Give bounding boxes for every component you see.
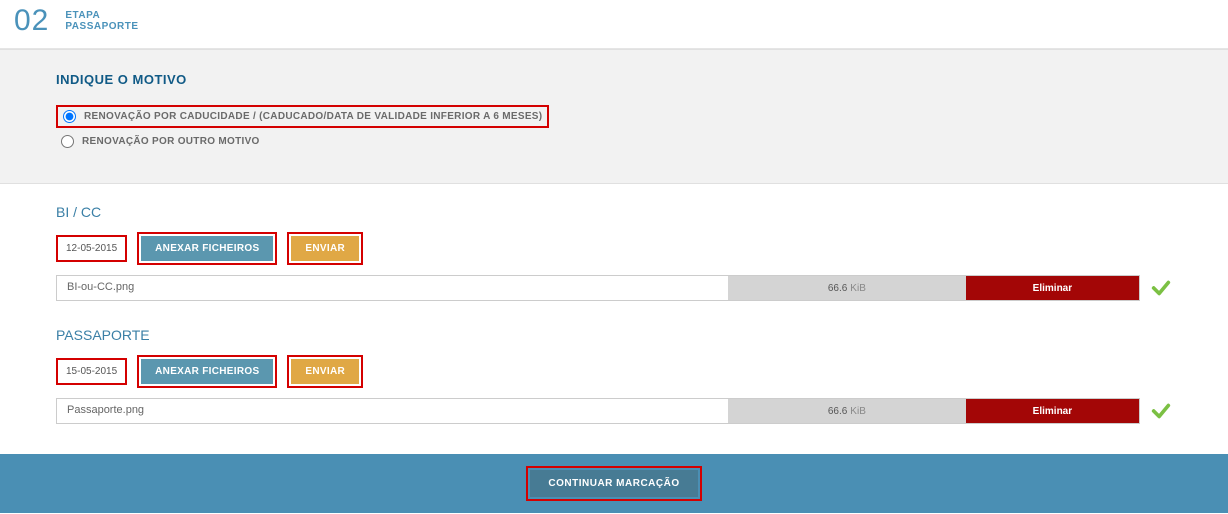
delete-button-passaporte[interactable]: Eliminar: [966, 399, 1139, 423]
file-size-unit-bicc: KiB: [850, 283, 866, 294]
doc-section-passaporte: PASSAPORTE 15-05-2015 ANEXAR FICHEIROS E…: [0, 307, 1228, 430]
motivo-option-highlight: RENOVAÇÃO POR CADUCIDADE / (CADUCADO/DAT…: [56, 105, 549, 128]
file-row-bicc: BI-ou-CC.png 66.6 KiB Eliminar: [56, 275, 1172, 301]
date-input-passaporte[interactable]: 15-05-2015: [56, 358, 127, 385]
file-size-value-passaporte: 66.6: [828, 406, 847, 417]
doc-title-bicc: BI / CC: [56, 204, 1172, 220]
step-header: 02 ETAPA PASSAPORTE: [0, 0, 1228, 49]
check-icon: [1150, 400, 1172, 422]
step-label-passaporte: PASSAPORTE: [65, 21, 138, 32]
file-bar-bicc: BI-ou-CC.png 66.6 KiB Eliminar: [56, 275, 1140, 301]
file-name-passaporte: Passaporte.png: [57, 399, 728, 423]
date-input-bicc[interactable]: 12-05-2015: [56, 235, 127, 262]
doc-controls-passaporte: 15-05-2015 ANEXAR FICHEIROS ENVIAR: [56, 355, 1172, 388]
radio-caducidade[interactable]: [63, 110, 76, 123]
attach-wrap-bicc: ANEXAR FICHEIROS: [137, 232, 277, 265]
attach-wrap-passaporte: ANEXAR FICHEIROS: [137, 355, 277, 388]
motivo-section: INDIQUE O MOTIVO RENOVAÇÃO POR CADUCIDAD…: [0, 49, 1228, 184]
doc-title-passaporte: PASSAPORTE: [56, 327, 1172, 343]
file-size-bicc: 66.6 KiB: [728, 276, 966, 300]
file-name-bicc: BI-ou-CC.png: [57, 276, 728, 300]
check-icon: [1150, 277, 1172, 299]
send-button-bicc[interactable]: ENVIAR: [291, 236, 359, 261]
attach-button-passaporte[interactable]: ANEXAR FICHEIROS: [141, 359, 273, 384]
file-bar-passaporte: Passaporte.png 66.6 KiB Eliminar: [56, 398, 1140, 424]
step-labels: ETAPA PASSAPORTE: [65, 10, 138, 32]
footer-bar: CONTINUAR MARCAÇÃO: [0, 454, 1228, 513]
motivo-option-caducidade[interactable]: RENOVAÇÃO POR CADUCIDADE / (CADUCADO/DAT…: [56, 105, 1172, 128]
continue-button[interactable]: CONTINUAR MARCAÇÃO: [530, 470, 697, 497]
send-wrap-passaporte: ENVIAR: [287, 355, 363, 388]
doc-controls-bicc: 12-05-2015 ANEXAR FICHEIROS ENVIAR: [56, 232, 1172, 265]
radio-label-outro: RENOVAÇÃO POR OUTRO MOTIVO: [82, 136, 260, 147]
file-size-value-bicc: 66.6: [828, 283, 847, 294]
file-size-passaporte: 66.6 KiB: [728, 399, 966, 423]
continue-wrap: CONTINUAR MARCAÇÃO: [526, 466, 701, 501]
send-wrap-bicc: ENVIAR: [287, 232, 363, 265]
step-number: 02: [14, 4, 49, 38]
step-label-etapa: ETAPA: [65, 10, 138, 21]
attach-button-bicc[interactable]: ANEXAR FICHEIROS: [141, 236, 273, 261]
send-button-passaporte[interactable]: ENVIAR: [291, 359, 359, 384]
radio-outro[interactable]: [61, 135, 74, 148]
delete-button-bicc[interactable]: Eliminar: [966, 276, 1139, 300]
radio-label-caducidade: RENOVAÇÃO POR CADUCIDADE / (CADUCADO/DAT…: [84, 111, 542, 122]
motivo-option-outro[interactable]: RENOVAÇÃO POR OUTRO MOTIVO: [56, 132, 1172, 151]
motivo-title: INDIQUE O MOTIVO: [56, 72, 1172, 87]
file-row-passaporte: Passaporte.png 66.6 KiB Eliminar: [56, 398, 1172, 424]
doc-section-bicc: BI / CC 12-05-2015 ANEXAR FICHEIROS ENVI…: [0, 184, 1228, 307]
file-size-unit-passaporte: KiB: [850, 406, 866, 417]
